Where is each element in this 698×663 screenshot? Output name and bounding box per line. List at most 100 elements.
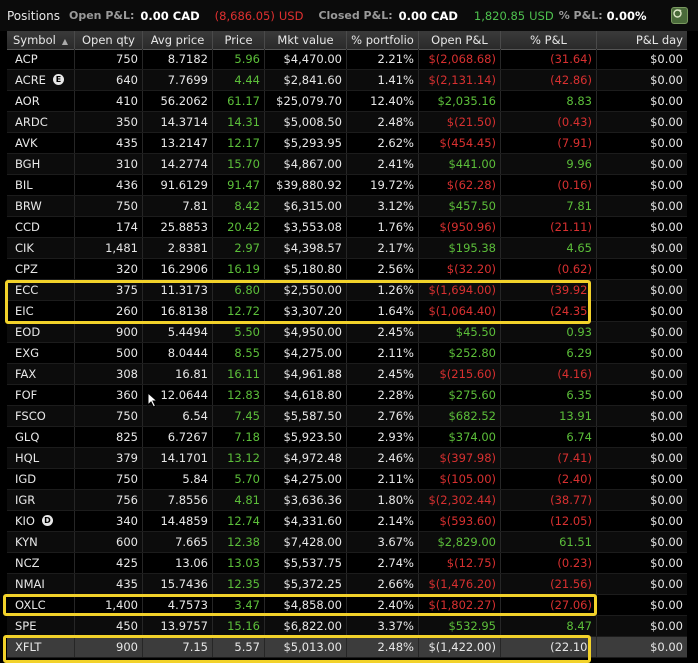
column-header-avg-price[interactable]: Avg price (143, 31, 213, 49)
column-header-open-pl[interactable]: Open P&L (419, 31, 501, 49)
table-row[interactable]: FSCO 750 6.54 7.45 $5,587.50 2.76% $682.52 13.9… (7, 406, 687, 427)
avg-price-cell: 16.8138 (143, 301, 213, 321)
symbol-cell: SPE (7, 616, 75, 636)
pl-day-cell: $0.00 (650, 325, 683, 339)
symbol-text: BGH (15, 157, 41, 171)
pct-pl-cell: (0.62) (501, 259, 597, 279)
table-row[interactable]: CIK 1,481 2.8381 2.97 $4,398.57 2.17% $195.38 4… (7, 238, 687, 259)
symbol-cell: CIK (7, 238, 75, 258)
table-row[interactable]: IGD 750 5.84 5.70 $4,275.00 2.11% $(105.00) (2.… (7, 469, 687, 490)
mkt-value-cell: $2,550.00 (265, 280, 347, 300)
mkt-value-cell: $5,923.50 (265, 427, 347, 447)
symbol-cell: AOR (7, 91, 75, 111)
table-row[interactable]: NMAI 435 15.7436 12.35 $5,372.25 2.66% $(1,476… (7, 574, 687, 595)
open-pl-cell: $(62.28) (419, 175, 501, 195)
price-cell: 16.19 (213, 259, 265, 279)
open-pl-cell: $(21.50) (419, 112, 501, 132)
open-qty-cell: 260 (75, 301, 143, 321)
table-row[interactable]: SPE 450 13.9757 15.16 $6,822.00 3.37% $532.95 8… (7, 616, 687, 637)
avg-price-cell: 14.1701 (143, 448, 213, 468)
open-pl-cell: $(2,302.44) (419, 490, 501, 510)
column-header-symbol[interactable]: Symbol ▲ (7, 31, 75, 49)
event-badge-icon[interactable]: D (42, 515, 53, 526)
pct-portfolio-cell: 2.62% (347, 133, 419, 153)
symbol-cell: BGH (7, 154, 75, 174)
open-qty-cell: 436 (75, 175, 143, 195)
symbol-text: CCD (15, 220, 40, 234)
price-cell: 5.96 (213, 49, 265, 69)
table-row[interactable]: BGH 310 14.2774 15.70 $4,867.00 2.41% $441.00 9… (7, 154, 687, 175)
table-row[interactable]: IGR 756 7.8556 4.81 $3,636.36 1.80% $(2,302.44… (7, 490, 687, 511)
table-row[interactable]: OXLC 1,400 4.7573 3.47 $4,858.00 2.40% $(1,802… (7, 595, 687, 616)
refresh-glyph (673, 9, 682, 18)
price-cell: 8.42 (213, 196, 265, 216)
table-row[interactable]: ACP 750 8.7182 5.96 $4,470.00 2.21% $(2,068.68… (7, 49, 687, 70)
symbol-text: BRW (15, 199, 42, 213)
pct-portfolio-cell: 12.40% (347, 91, 419, 111)
table-row[interactable]: CPZ 320 16.2906 16.19 $5,180.80 2.56% $(32.20)… (7, 259, 687, 280)
pct-pl-cell: 61.51 (501, 532, 597, 552)
table-row[interactable]: BRW 750 7.81 8.42 $6,315.00 3.12% $457.50 7.81 $… (7, 196, 687, 217)
pct-pl-cell: 13.91 (501, 406, 597, 426)
symbol-text: OXLC (15, 598, 46, 612)
table-row[interactable]: AVK 435 13.2147 12.17 $5,293.95 2.62% $(454.45… (7, 133, 687, 154)
table-row[interactable]: GLQ 825 6.7267 7.18 $5,923.50 2.93% $374.00 6.7… (7, 427, 687, 448)
table-row[interactable]: FOF 360 12.0644 12.83 $4,618.80 2.28% $275.60 6… (7, 385, 687, 406)
avg-price-cell: 13.06 (143, 553, 213, 573)
table-row[interactable]: KIO D 340 14.4859 12.74 $4,331.60 2.14% $(593.6… (7, 511, 687, 532)
price-cell: 14.31 (213, 112, 265, 132)
table-row[interactable]: BIL 436 91.6129 91.47 $39,880.92 19.72% $(62.2… (7, 175, 687, 196)
table-row[interactable]: FAX 308 16.81 16.11 $4,961.88 2.45% $(215.60)(… (7, 364, 687, 385)
open-qty-cell: 340 (75, 511, 143, 531)
pct-portfolio-cell: 1.76% (347, 217, 419, 237)
symbol-text: NCZ (15, 556, 40, 570)
symbol-cell: OXLC (7, 595, 75, 615)
price-cell: 4.81 (213, 490, 265, 510)
refresh-icon[interactable] (671, 7, 688, 24)
table-row[interactable]: ACRE E 640 7.7699 4.44 $2,841.60 1.41% $(2,131.… (7, 70, 687, 91)
pl-day-cell: $0.00 (650, 52, 683, 66)
price-cell: 5.57 (213, 637, 265, 657)
column-header-open-qty[interactable]: Open qty (75, 31, 143, 49)
symbol-text: HQL (15, 451, 40, 465)
open-pl-cell: $(950.96) (419, 217, 501, 237)
open-pl-label: Open P&L: (68, 9, 135, 22)
pct-pl-cell: (0.16) (501, 175, 597, 195)
pl-day-cell: $0.00 (650, 640, 683, 654)
avg-price-cell: 14.4859 (143, 511, 213, 531)
avg-price-cell: 8.7182 (143, 49, 213, 69)
mkt-value-cell: $4,331.60 (265, 511, 347, 531)
table-row[interactable]: HQL 379 14.1701 13.12 $4,972.48 2.46% $(397.98… (7, 448, 687, 469)
table-row[interactable]: EOD 900 5.4494 5.50 $4,950.00 2.45% $45.50 0.93… (7, 322, 687, 343)
positions-toolbar: Positions Open P&L: 0.00 CAD (8,686.05) … (0, 0, 698, 31)
table-row[interactable]: XFLT 900 7.15 5.57 $5,013.00 2.48% $(1,422.00)… (7, 637, 687, 658)
symbol-text: FOF (15, 388, 38, 402)
symbol-text: AVK (15, 136, 38, 150)
table-row[interactable]: EXG 500 8.0444 8.55 $4,275.00 2.11% $252.80 6.2… (7, 343, 687, 364)
symbol-cell: EIC (7, 301, 75, 321)
price-cell: 12.72 (213, 301, 265, 321)
table-row[interactable]: ARDC 350 14.3714 14.31 $5,008.50 2.48% $(21.50… (7, 112, 687, 133)
column-header-pct-portfolio[interactable]: % portfolio (347, 31, 419, 49)
pl-day-cell: $0.00 (650, 409, 683, 423)
table-row[interactable]: EIC 260 16.8138 12.72 $3,307.20 1.64% $(1,064.… (7, 301, 687, 322)
table-row[interactable]: ECC 375 11.3173 6.80 $2,550.00 1.26% $(1,694.0… (7, 280, 687, 301)
symbol-text: IGD (15, 472, 37, 486)
column-header-pct-pl[interactable]: % P&L (501, 31, 597, 49)
pct-portfolio-cell: 2.66% (347, 574, 419, 594)
pl-day-cell: $0.00 (650, 283, 683, 297)
pct-pl-label: % P&L: (558, 9, 603, 22)
pl-day-cell: $0.00 (650, 262, 683, 276)
table-row[interactable]: NCZ 425 13.06 13.03 $5,537.75 2.74% $(12.75) (0… (7, 553, 687, 574)
column-header-mkt-value[interactable]: Mkt value (265, 31, 347, 49)
open-pl-cell: $275.60 (419, 385, 501, 405)
table-row[interactable]: AOR 410 56.2062 61.17 $25,079.70 12.40% $2,035… (7, 91, 687, 112)
table-row[interactable]: CCD 174 25.8853 20.42 $3,553.08 1.76% $(950.96… (7, 217, 687, 238)
mkt-value-cell: $3,636.36 (265, 490, 347, 510)
column-header-pl-day[interactable]: P&L day (597, 31, 687, 49)
mkt-value-cell: $5,008.50 (265, 112, 347, 132)
event-badge-icon[interactable]: E (52, 74, 64, 85)
pct-pl-cell: (4.16) (501, 364, 597, 384)
table-row[interactable]: KYN 600 7.665 12.38 $7,428.00 3.67% $2,829.00 6… (7, 532, 687, 553)
column-header-price[interactable]: Price (213, 31, 265, 49)
